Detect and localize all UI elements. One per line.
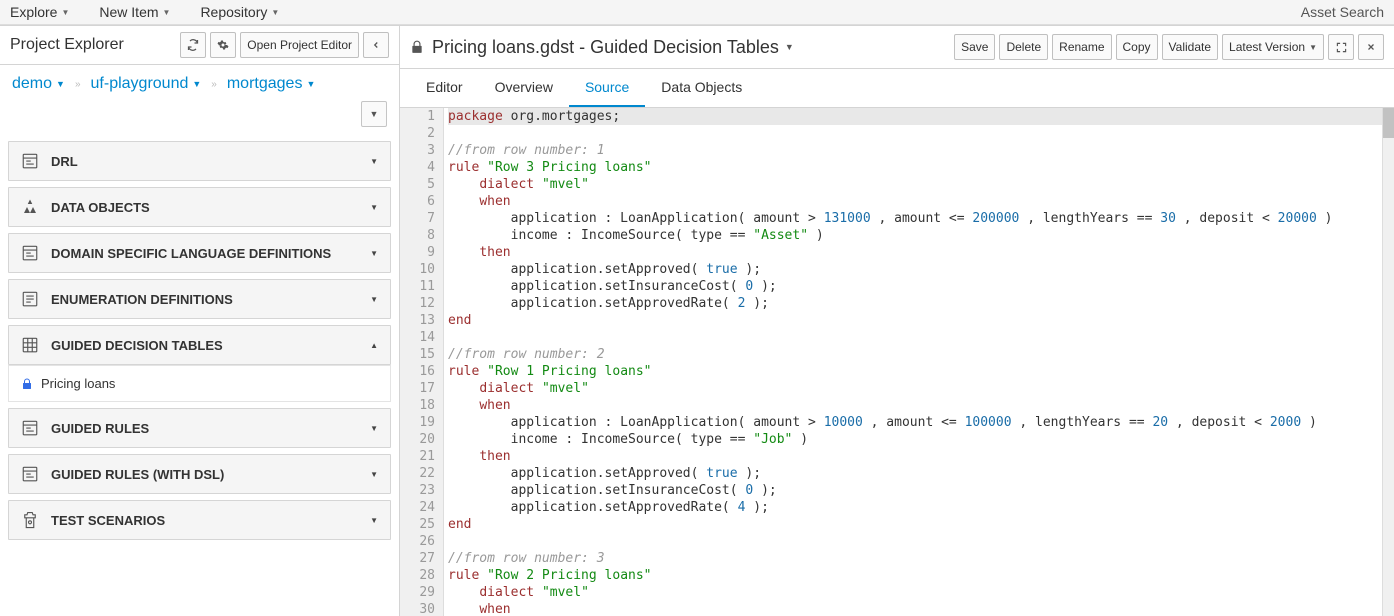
delete-button[interactable]: Delete xyxy=(999,34,1048,60)
project-explorer-title: Project Explorer xyxy=(10,36,176,54)
menu-repository[interactable]: Repository ▼ xyxy=(200,4,279,20)
breadcrumb-mortgages[interactable]: mortgages ▼ xyxy=(227,75,316,93)
code-editor[interactable]: 1234567891011121314151617181920212223242… xyxy=(400,108,1394,616)
category-label: DOMAIN SPECIFIC LANGUAGE DEFINITIONS xyxy=(51,246,364,261)
line-gutter: 1234567891011121314151617181920212223242… xyxy=(400,108,444,616)
category-label: DRL xyxy=(51,154,364,169)
breadcrumb-label: demo xyxy=(12,75,52,93)
tab-overview[interactable]: Overview xyxy=(479,69,569,107)
refresh-button[interactable] xyxy=(180,32,206,58)
save-button[interactable]: Save xyxy=(954,34,995,60)
toggle-icon: ▼ xyxy=(370,424,378,433)
chevron-down-icon: ▼ xyxy=(306,79,315,89)
copy-button[interactable]: Copy xyxy=(1116,34,1158,60)
top-menu-bar: Explore ▼ New Item ▼ Repository ▼ Asset … xyxy=(0,0,1394,25)
chevron-left-icon xyxy=(371,40,381,50)
category-icon xyxy=(21,419,39,437)
category-icon xyxy=(21,336,39,354)
gear-icon xyxy=(217,39,229,51)
project-explorer-panel: Project Explorer Open Project Editor dem… xyxy=(0,26,400,616)
menu-repository-label: Repository xyxy=(200,4,267,20)
category-label: GUIDED DECISION TABLES xyxy=(51,338,364,353)
category-label: ENUMERATION DEFINITIONS xyxy=(51,292,364,307)
editor-panel: Pricing loans.gdst - Guided Decision Tab… xyxy=(400,26,1394,616)
close-icon xyxy=(1366,42,1376,52)
chevron-down-icon: ▼ xyxy=(163,8,171,17)
validate-button[interactable]: Validate xyxy=(1162,34,1218,60)
tab-editor[interactable]: Editor xyxy=(410,69,479,107)
toggle-icon: ▼ xyxy=(370,516,378,525)
breadcrumb-dropdown-button[interactable]: ▼ xyxy=(361,101,387,127)
chevron-down-icon: ▼ xyxy=(785,42,794,52)
category-label: GUIDED RULES xyxy=(51,421,364,436)
scrollbar-thumb[interactable] xyxy=(1383,108,1394,138)
menu-new-item-label: New Item xyxy=(99,4,158,20)
category-row[interactable]: GUIDED RULES ▼ xyxy=(8,408,391,448)
menu-explore[interactable]: Explore ▼ xyxy=(10,4,69,20)
refresh-icon xyxy=(187,39,199,51)
tab-source[interactable]: Source xyxy=(569,69,645,107)
chevron-down-icon: ▼ xyxy=(56,79,65,89)
toggle-icon: ▼ xyxy=(370,470,378,479)
toggle-icon: ▲ xyxy=(370,341,378,350)
document-title: Pricing loans.gdst - Guided Decision Tab… xyxy=(432,37,779,58)
menu-explore-label: Explore xyxy=(10,4,57,20)
rename-button[interactable]: Rename xyxy=(1052,34,1111,60)
category-row[interactable]: TEST SCENARIOS ▼ xyxy=(8,500,391,540)
asset-search-link[interactable]: Asset Search xyxy=(1301,4,1384,20)
breadcrumb-uf-playground[interactable]: uf-playground ▼ xyxy=(91,75,202,93)
category-item[interactable]: Pricing loans xyxy=(8,365,391,402)
scrollbar-vertical[interactable] xyxy=(1382,108,1394,616)
category-icon xyxy=(21,244,39,262)
close-button[interactable] xyxy=(1358,34,1384,60)
toggle-icon: ▼ xyxy=(370,203,378,212)
chevron-down-icon: ▼ xyxy=(1309,43,1317,52)
category-row[interactable]: DRL ▼ xyxy=(8,141,391,181)
category-row[interactable]: DOMAIN SPECIFIC LANGUAGE DEFINITIONS ▼ xyxy=(8,233,391,273)
chevron-down-icon: ▼ xyxy=(271,8,279,17)
latest-version-button[interactable]: Latest Version ▼ xyxy=(1222,34,1324,60)
breadcrumb-label: mortgages xyxy=(227,75,303,93)
category-row[interactable]: ENUMERATION DEFINITIONS ▼ xyxy=(8,279,391,319)
category-label: GUIDED RULES (WITH DSL) xyxy=(51,467,364,482)
document-title-bar[interactable]: Pricing loans.gdst - Guided Decision Tab… xyxy=(410,37,950,58)
menu-new-item[interactable]: New Item ▼ xyxy=(99,4,170,20)
breadcrumb-demo[interactable]: demo ▼ xyxy=(12,75,65,93)
category-icon xyxy=(21,152,39,170)
item-label: Pricing loans xyxy=(41,376,115,391)
category-icon xyxy=(21,290,39,308)
fullscreen-button[interactable] xyxy=(1328,34,1354,60)
category-row[interactable]: GUIDED DECISION TABLES ▲ xyxy=(8,325,391,365)
code-content[interactable]: package org.mortgages; //from row number… xyxy=(444,108,1382,616)
category-icon xyxy=(21,465,39,483)
category-icon xyxy=(21,198,39,216)
breadcrumb-sep: » xyxy=(211,79,217,90)
settings-button[interactable] xyxy=(210,32,236,58)
toggle-icon: ▼ xyxy=(370,295,378,304)
open-project-editor-button[interactable]: Open Project Editor xyxy=(240,32,359,58)
breadcrumb-label: uf-playground xyxy=(91,75,189,93)
collapse-panel-button[interactable] xyxy=(363,32,389,58)
lock-icon xyxy=(410,40,424,54)
category-label: DATA OBJECTS xyxy=(51,200,364,215)
lock-icon xyxy=(21,378,33,390)
expand-icon xyxy=(1336,42,1347,53)
latest-version-label: Latest Version xyxy=(1229,40,1305,54)
breadcrumb-sep: » xyxy=(75,79,81,90)
chevron-down-icon: ▼ xyxy=(192,79,201,89)
toggle-icon: ▼ xyxy=(370,157,378,166)
tab-data-objects[interactable]: Data Objects xyxy=(645,69,758,107)
category-icon xyxy=(21,511,39,529)
toggle-icon: ▼ xyxy=(370,249,378,258)
breadcrumb: demo ▼ » uf-playground ▼ » mortgages ▼ xyxy=(0,65,399,97)
category-row[interactable]: DATA OBJECTS ▼ xyxy=(8,187,391,227)
category-row[interactable]: GUIDED RULES (WITH DSL) ▼ xyxy=(8,454,391,494)
category-label: TEST SCENARIOS xyxy=(51,513,364,528)
chevron-down-icon: ▼ xyxy=(370,109,379,119)
chevron-down-icon: ▼ xyxy=(61,8,69,17)
